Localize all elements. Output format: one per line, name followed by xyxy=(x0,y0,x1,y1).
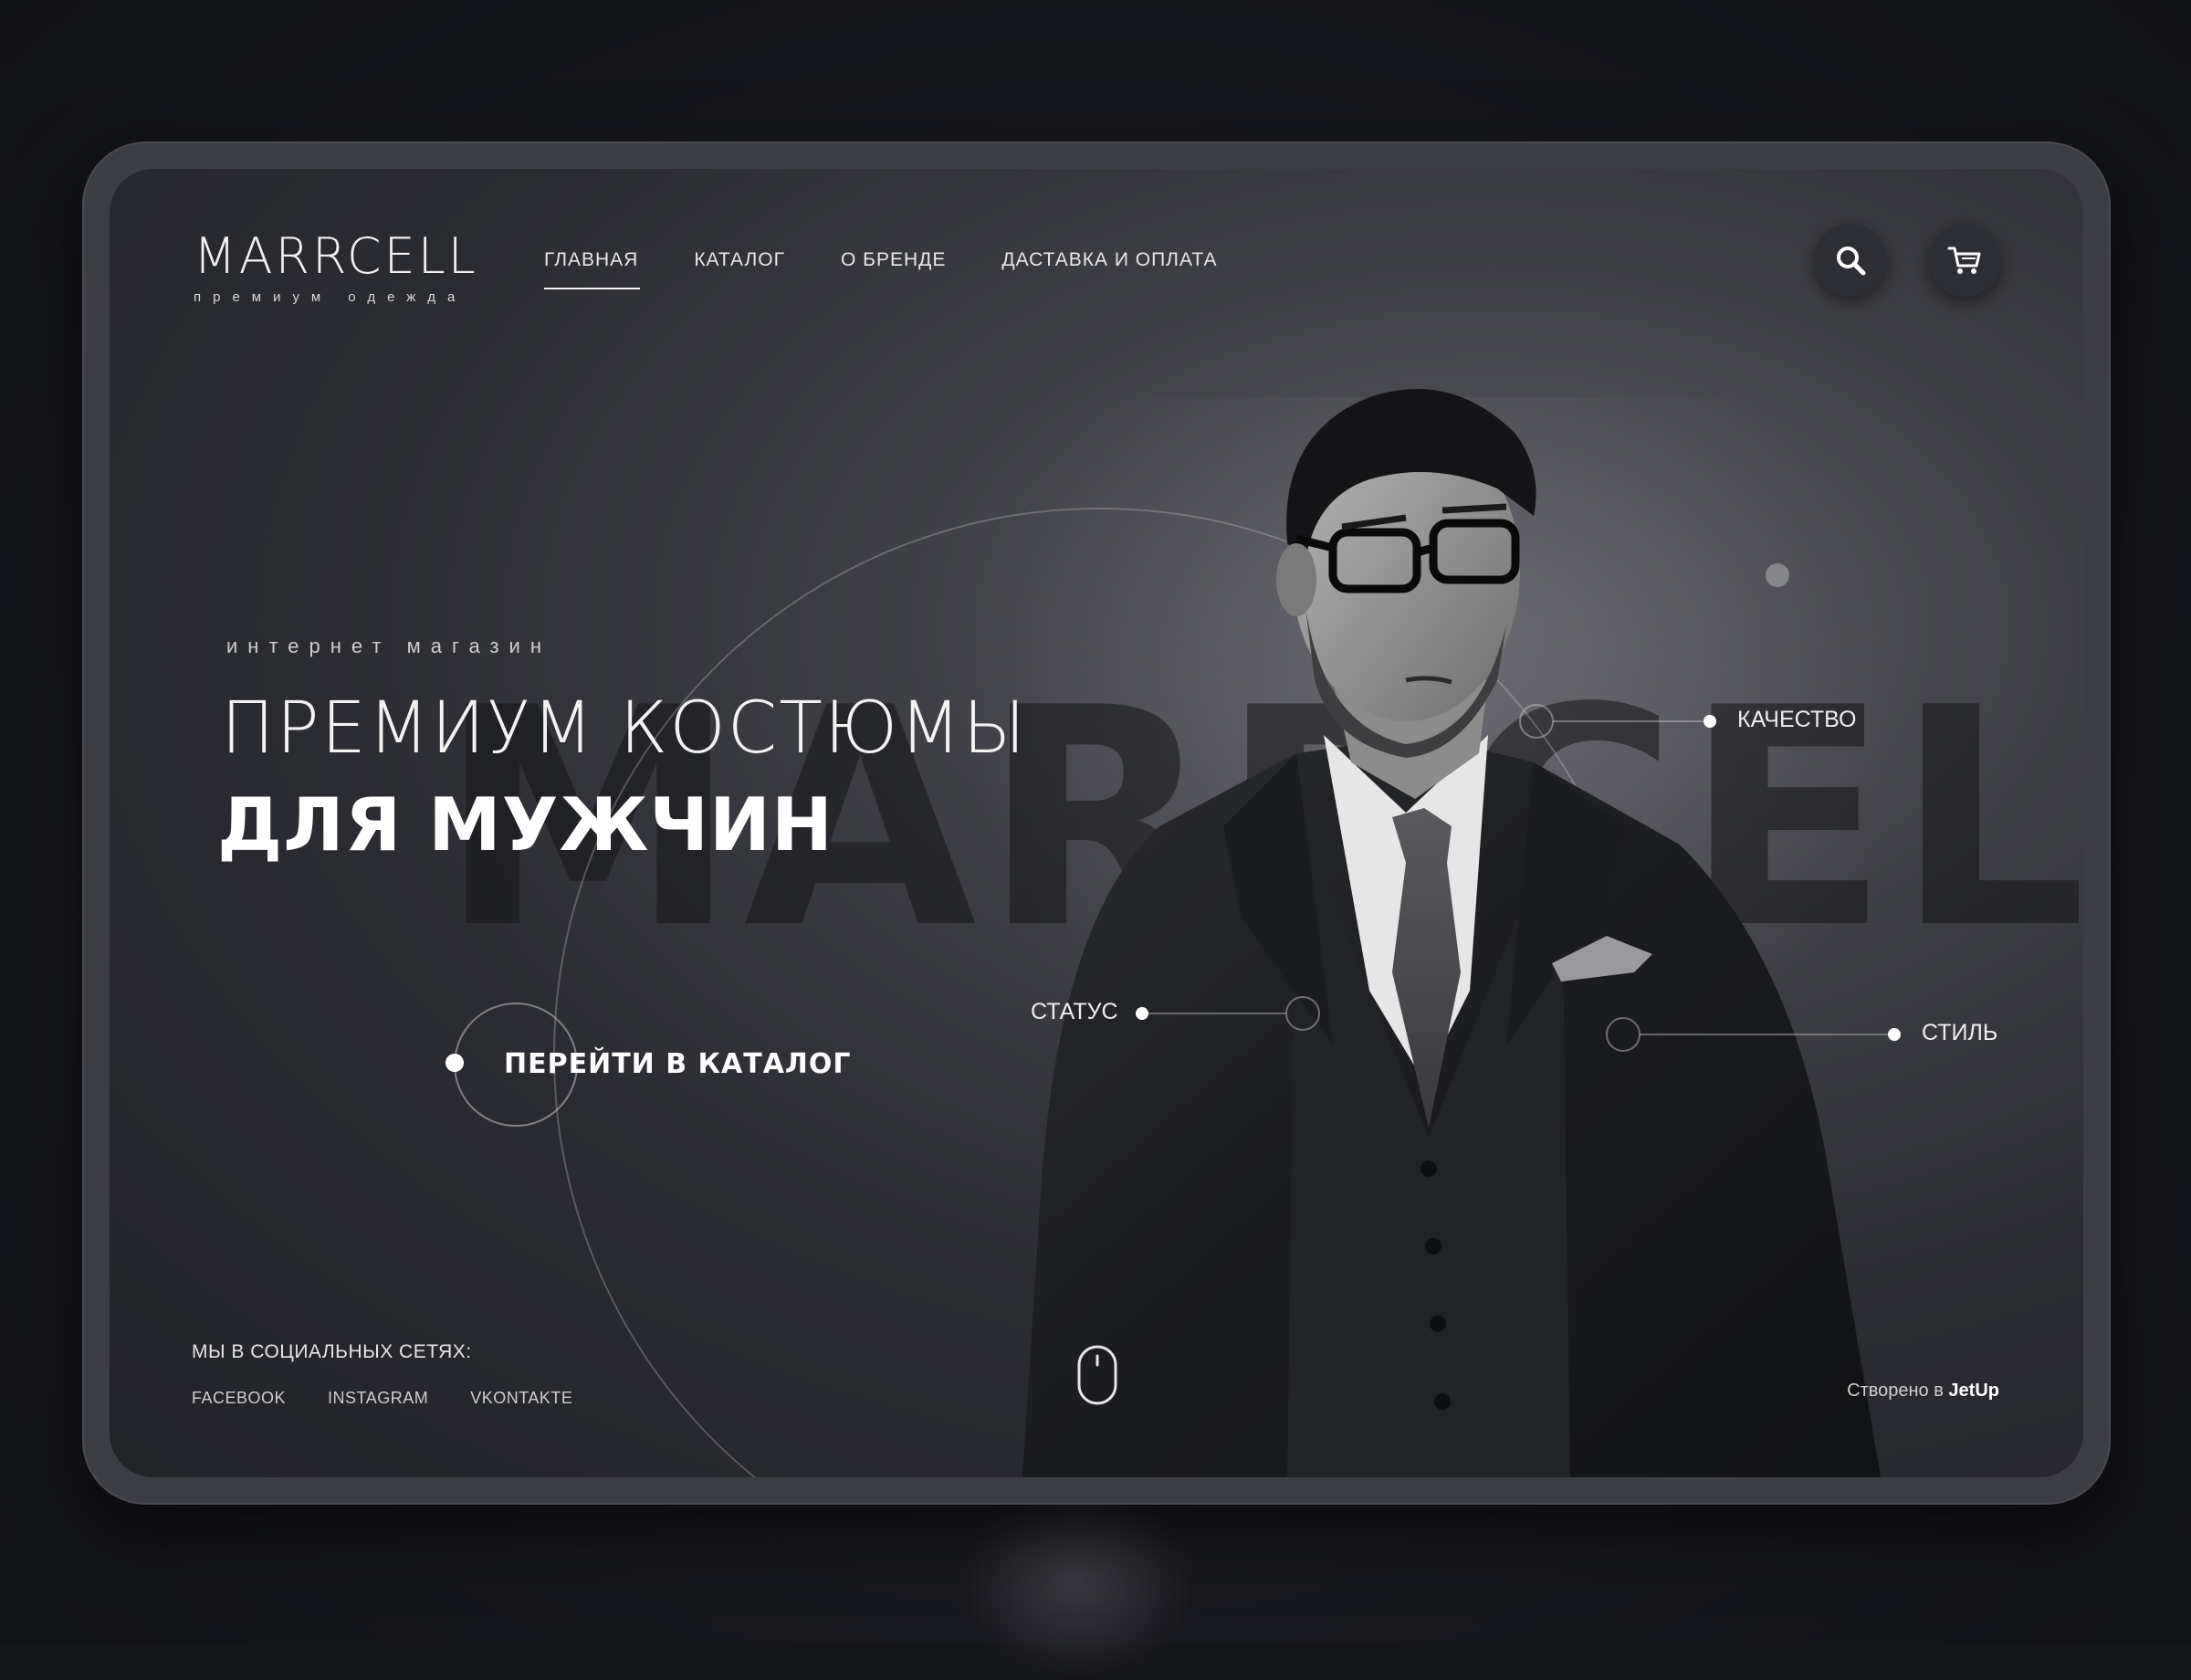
social-title: МЫ В СОЦИАЛЬНЫХ СЕТЯХ: xyxy=(192,1341,472,1362)
social-links: FACEBOOK INSTAGRAM VKONTAKTE xyxy=(192,1389,614,1408)
social-link-instagram[interactable]: INSTAGRAM xyxy=(328,1389,428,1408)
brand-name: MARRCELL xyxy=(194,227,478,285)
social-link-vkontakte[interactable]: VKONTAKTE xyxy=(470,1389,572,1408)
hero-headline-line1: ПРЕМИУМ КОСТЮМЫ xyxy=(221,688,1028,770)
site-credit: Створено в JetUp xyxy=(1847,1381,1999,1402)
brand-tagline: премиум одежда xyxy=(194,289,467,305)
feature-status-label: СТАТУС xyxy=(1031,999,1118,1024)
social-link-facebook[interactable]: FACEBOOK xyxy=(192,1389,286,1408)
search-icon xyxy=(1837,247,1866,276)
cart-icon xyxy=(1947,247,1981,274)
feature-style-label: СТИЛЬ xyxy=(1922,1020,1998,1045)
cta-label: ПЕРЕЙТИ В КАТАЛОГ xyxy=(504,1048,852,1080)
hero-eyebrow: интернет магазин xyxy=(226,635,551,657)
credit-prefix: Створено в xyxy=(1847,1381,1949,1401)
search-button[interactable] xyxy=(1814,224,1887,297)
cta-dot xyxy=(446,1054,464,1072)
callout-quality-line xyxy=(1519,704,1716,739)
hero-headline-line2: ДЛЯ МУЖЧИН xyxy=(217,782,833,867)
main-nav: ГЛАВНАЯ КАТАЛОГ О БРЕНДЕ ДАСТАВКА И ОПЛА… xyxy=(544,249,1273,289)
nav-item-catalog[interactable]: КАТАЛОГ xyxy=(694,249,785,289)
landing-screen: MARRCELL xyxy=(110,169,2083,1477)
cart-button[interactable] xyxy=(1928,224,2001,297)
orbit-node xyxy=(1766,563,1789,587)
credit-brand-link[interactable]: JetUp xyxy=(1948,1381,1999,1401)
scroll-mouse-icon[interactable] xyxy=(1077,1345,1117,1410)
nav-item-home[interactable]: ГЛАВНАЯ xyxy=(544,249,641,289)
brand-logo[interactable]: MARRCELL премиум одежда xyxy=(194,227,478,306)
feature-quality-label: КАЧЕСТВО xyxy=(1737,707,1857,732)
nav-item-delivery-payment[interactable]: ДАСТАВКА И ОПЛАТА xyxy=(1001,249,1217,289)
backdrop-glow xyxy=(959,1479,1196,1680)
nav-item-about-brand[interactable]: О БРЕНДЕ xyxy=(841,249,946,289)
go-to-catalog-button[interactable]: ПЕРЕЙТИ В КАТАЛОГ xyxy=(446,1003,855,1130)
